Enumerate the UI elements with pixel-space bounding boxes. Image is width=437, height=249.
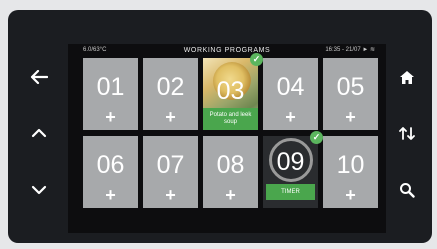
home-button[interactable] — [394, 64, 420, 90]
program-number: 02 — [156, 73, 185, 101]
program-number: 09 — [276, 148, 305, 176]
sort-icon — [399, 126, 415, 140]
program-tile-08[interactable]: 08 + — [203, 136, 258, 208]
chevron-down-icon — [31, 185, 47, 195]
left-arrow-icon — [30, 70, 48, 84]
program-number: 06 — [96, 151, 125, 179]
program-name-label: Potato and leek soup — [203, 108, 258, 130]
add-icon: + — [225, 185, 236, 205]
program-number: 07 — [156, 151, 185, 179]
search-icon — [400, 183, 415, 198]
back-button[interactable] — [26, 64, 52, 90]
program-tile-10[interactable]: 10 + — [323, 136, 378, 208]
sort-button[interactable] — [394, 120, 420, 146]
program-number: 04 — [276, 73, 305, 101]
program-grid: 01 + 02 + 03 Potato and leek soup ✓ 04 +… — [83, 53, 383, 234]
program-tile-03[interactable]: 03 Potato and leek soup ✓ — [203, 53, 263, 130]
program-number: 01 — [96, 73, 125, 101]
program-number: 05 — [336, 73, 365, 101]
status-bar: 6.0/63°C WORKING PROGRAMS 16:35 - 21/07 … — [68, 44, 386, 57]
scroll-down-button[interactable] — [26, 177, 52, 203]
device-frame: 6.0/63°C WORKING PROGRAMS 16:35 - 21/07 … — [8, 10, 432, 243]
program-tile-07[interactable]: 07 + — [143, 136, 198, 208]
clock-readout: 16:35 - 21/07 ► ≋ — [325, 47, 375, 53]
add-icon: + — [345, 185, 356, 205]
add-icon: + — [345, 107, 356, 127]
timer-label: TIMER — [266, 184, 315, 200]
program-number: 03 — [216, 77, 245, 105]
program-tile-02[interactable]: 02 + — [143, 58, 198, 130]
add-icon: + — [285, 107, 296, 127]
home-icon — [400, 70, 414, 84]
touch-screen: 6.0/63°C WORKING PROGRAMS 16:35 - 21/07 … — [68, 44, 386, 233]
scroll-up-button[interactable] — [26, 120, 52, 146]
add-icon: + — [165, 185, 176, 205]
program-tile-04[interactable]: 04 + — [263, 58, 318, 130]
program-number: 08 — [216, 151, 245, 179]
add-icon: + — [105, 107, 116, 127]
program-tile-09[interactable]: 09 TIMER ✓ — [263, 131, 323, 208]
search-button[interactable] — [394, 177, 420, 203]
program-tile-05[interactable]: 05 + — [323, 58, 378, 130]
add-icon: + — [105, 185, 116, 205]
program-tile-06[interactable]: 06 + — [83, 136, 138, 208]
check-icon: ✓ — [310, 131, 323, 144]
add-icon: + — [165, 107, 176, 127]
check-icon: ✓ — [250, 53, 263, 66]
chevron-up-icon — [31, 128, 47, 138]
program-tile-01[interactable]: 01 + — [83, 58, 138, 130]
program-number: 10 — [336, 151, 365, 179]
